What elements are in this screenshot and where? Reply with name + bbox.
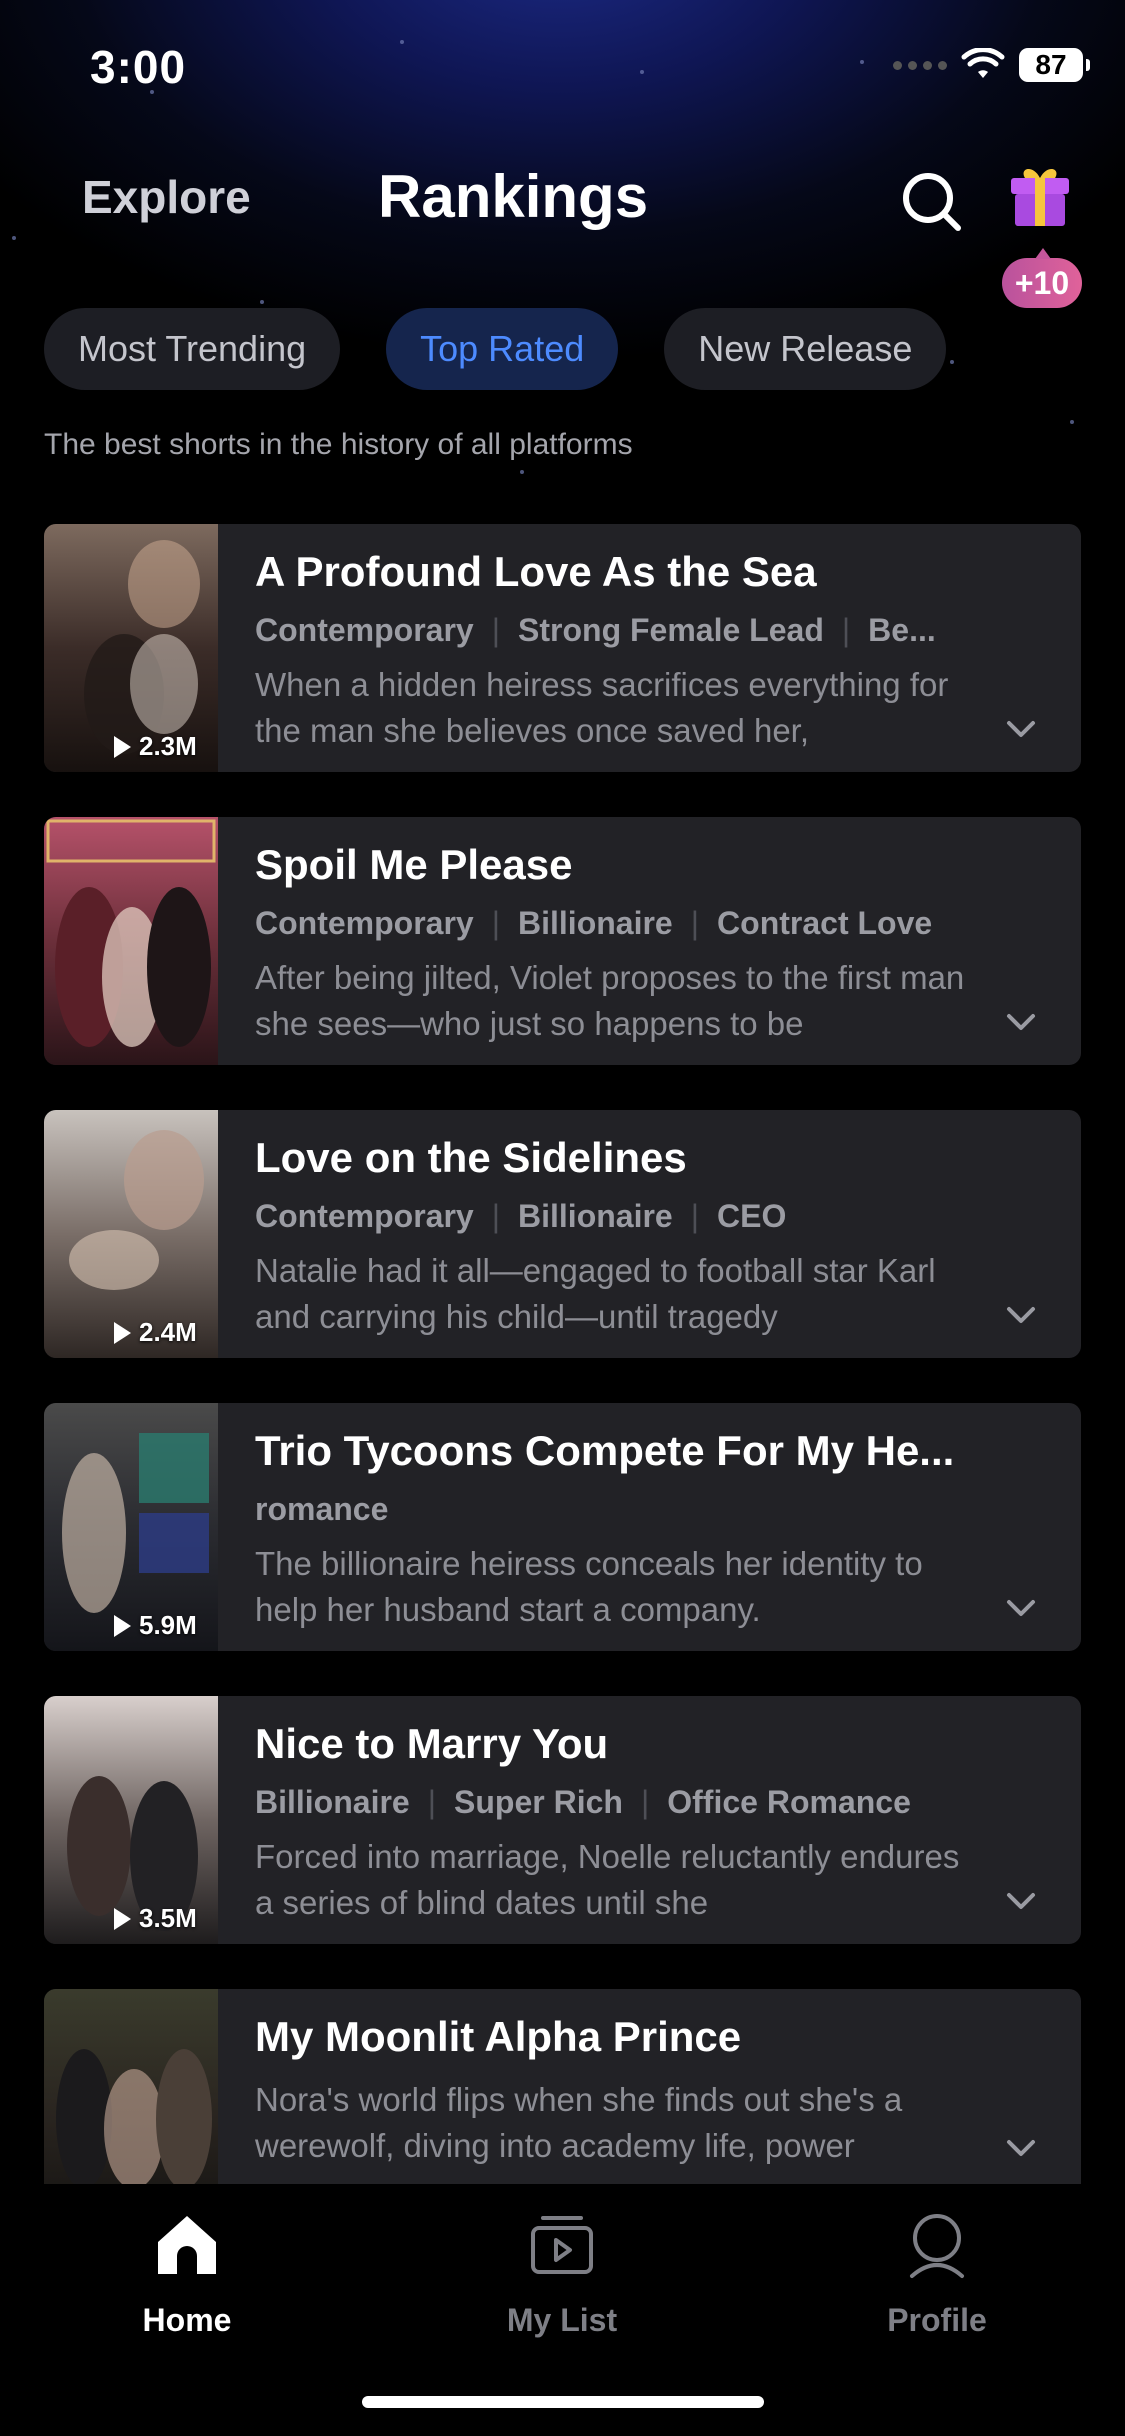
- item-description: Forced into marriage, Noelle reluctantly…: [255, 1838, 960, 1921]
- profile-icon: [910, 2214, 964, 2278]
- tabbar-my-list[interactable]: My List: [452, 2210, 672, 2339]
- tab-most-trending[interactable]: Most Trending: [44, 308, 341, 390]
- explore-tab[interactable]: Explore: [82, 170, 251, 224]
- chevron-down-icon[interactable]: [1006, 1306, 1036, 1324]
- list-item[interactable]: 2.4M Love on the Sidelines Contemporary |…: [44, 1110, 1081, 1358]
- status-indicators: 87: [893, 48, 1090, 82]
- ranking-tabs: Most Trending Top Rated New Release: [44, 308, 947, 390]
- view-count: 3.5M: [114, 1903, 197, 1934]
- poster-thumbnail: [44, 817, 218, 1065]
- rankings-subtitle: The best shorts in the history of all pl…: [44, 428, 633, 461]
- page-title: Rankings: [378, 163, 649, 230]
- item-tags: romance: [255, 1491, 389, 1527]
- gift-icon[interactable]: [1005, 160, 1075, 230]
- gift-badge: +10: [1002, 248, 1082, 308]
- item-title: My Moonlit Alpha Prince: [255, 2013, 742, 2060]
- search-icon[interactable]: [898, 168, 964, 234]
- tab-top-rated[interactable]: Top Rated: [386, 308, 619, 390]
- item-title: Love on the Sidelines: [255, 1134, 687, 1181]
- item-description: Natalie had it all—engaged to football s…: [255, 1252, 936, 1335]
- view-count: 5.9M: [114, 1610, 197, 1641]
- item-tags: Contemporary | Strong Female Lead | Be...: [255, 612, 936, 648]
- play-icon: [114, 1614, 131, 1637]
- chevron-down-icon[interactable]: [1006, 1013, 1036, 1031]
- item-title: Nice to Marry You: [255, 1720, 609, 1767]
- chevron-down-icon[interactable]: [1006, 2139, 1036, 2157]
- rankings-list[interactable]: 2.3M A Profound Love As the Sea Contempo…: [44, 524, 1081, 2184]
- item-title: A Profound Love As the Sea: [255, 548, 817, 595]
- wifi-icon: [961, 48, 1005, 78]
- chevron-down-icon[interactable]: [1006, 720, 1036, 738]
- item-tags: Contemporary | Billionaire | Contract Love: [255, 905, 933, 941]
- item-tags: Billionaire | Super Rich | Office Romance: [255, 1784, 911, 1820]
- home-icon: [158, 2216, 216, 2274]
- my-list-icon: [531, 2216, 593, 2274]
- chevron-down-icon[interactable]: [1006, 1892, 1036, 1910]
- play-icon: [114, 735, 131, 758]
- chevron-down-icon[interactable]: [1006, 1599, 1036, 1617]
- item-title: Trio Tycoons Compete For My He...: [255, 1427, 955, 1474]
- view-count: 2.3M: [114, 731, 197, 762]
- item-description: The billionaire heiress conceals her ide…: [255, 1545, 923, 1628]
- tabbar-profile[interactable]: Profile: [827, 2210, 1047, 2339]
- item-description: Nora's world flips when she finds out sh…: [255, 2081, 903, 2164]
- play-icon: [114, 1321, 131, 1344]
- list-item[interactable]: My Moonlit Alpha Prince Nora's world fli…: [44, 1989, 1081, 2184]
- cellular-signal-icon: [893, 60, 947, 70]
- play-icon: [114, 1907, 131, 1930]
- status-time: 3:00: [90, 41, 187, 93]
- battery-icon: 87: [1019, 48, 1090, 82]
- list-item[interactable]: 3.5M Nice to Marry You Billionaire | Super…: [44, 1696, 1081, 1944]
- tab-new-release[interactable]: New Release: [664, 308, 947, 390]
- item-tags: Contemporary | Billionaire | CEO: [255, 1198, 787, 1234]
- list-item[interactable]: 2.3M A Profound Love As the Sea Contempo…: [44, 524, 1081, 772]
- tabbar-home[interactable]: Home: [77, 2210, 297, 2339]
- poster-thumbnail: [44, 1989, 218, 2184]
- view-count: 2.4M: [114, 1317, 197, 1348]
- list-item[interactable]: Spoil Me Please Contemporary | Billionaire…: [44, 817, 1081, 1065]
- item-description: After being jilted, Violet proposes to t…: [255, 959, 965, 1042]
- list-item[interactable]: 5.9M Trio Tycoons Compete For My He... r…: [44, 1403, 1081, 1651]
- home-indicator[interactable]: [362, 2396, 764, 2408]
- item-description: When a hidden heiress sacrifices everyth…: [255, 666, 949, 749]
- item-title: Spoil Me Please: [255, 841, 573, 888]
